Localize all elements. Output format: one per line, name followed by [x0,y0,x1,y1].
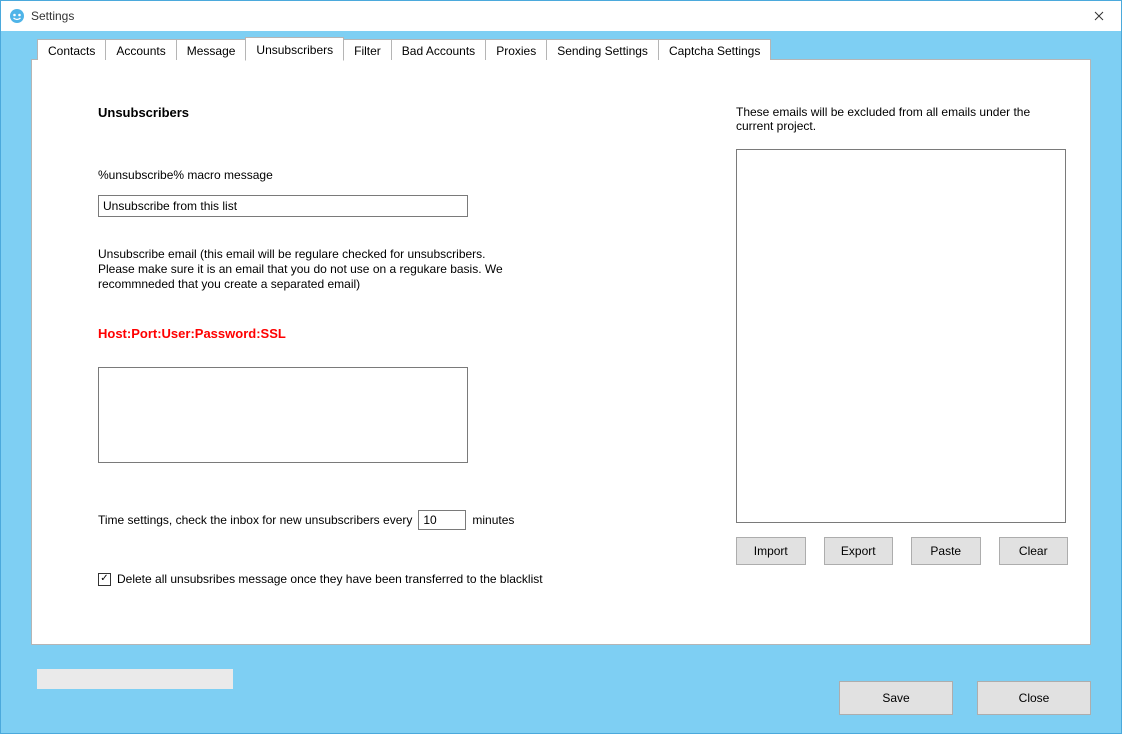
bottom-bar: Save Close [31,655,1091,715]
right-column: These emails will be excluded from all e… [736,105,1068,565]
tabstrip: Contacts Accounts Message Unsubscribers … [37,39,770,61]
tab-bad-accounts[interactable]: Bad Accounts [391,39,486,60]
status-strip [37,669,233,689]
clear-button[interactable]: Clear [999,537,1069,565]
time-interval-input[interactable] [418,510,466,530]
unsubscribers-panel: Unsubscribers %unsubscribe% macro messag… [32,60,1090,644]
tab-sending-settings[interactable]: Sending Settings [546,39,659,60]
tab-contacts[interactable]: Contacts [37,39,106,60]
close-button[interactable]: Close [977,681,1091,715]
macro-input[interactable] [98,195,468,217]
paste-button[interactable]: Paste [911,537,981,565]
section-heading: Unsubscribers [98,105,638,120]
macro-label: %unsubscribe% macro message [98,168,638,183]
close-window-button[interactable] [1076,1,1121,31]
tab-panel: Contacts Accounts Message Unsubscribers … [31,59,1091,645]
time-label-prefix: Time settings, check the inbox for new u… [98,513,412,527]
titlebar: Settings [1,1,1121,31]
tab-message[interactable]: Message [176,39,247,60]
format-hint: Host:Port:User:Password:SSL [98,326,638,341]
tab-accounts[interactable]: Accounts [105,39,176,60]
unsub-email-label: Unsubscribe email (this email will be re… [98,247,518,292]
settings-window: Settings Contacts Accounts Message Unsub… [0,0,1122,734]
tab-proxies[interactable]: Proxies [485,39,547,60]
delete-checkbox[interactable]: ✓ [98,573,111,586]
import-button[interactable]: Import [736,537,806,565]
unsub-email-input[interactable] [98,367,468,463]
delete-checkbox-label: Delete all unsubsribes message once they… [117,572,543,586]
time-settings-row: Time settings, check the inbox for new u… [98,510,638,530]
tab-filter[interactable]: Filter [343,39,392,60]
delete-checkbox-row: ✓ Delete all unsubsribes message once th… [98,572,638,586]
app-icon [9,8,25,24]
content-area: Contacts Accounts Message Unsubscribers … [1,31,1121,733]
exclude-description: These emails will be excluded from all e… [736,105,1068,133]
left-column: Unsubscribers %unsubscribe% macro messag… [98,105,638,586]
tab-captcha-settings[interactable]: Captcha Settings [658,39,771,60]
time-label-suffix: minutes [472,513,514,527]
exclude-listbox[interactable] [736,149,1066,523]
window-controls [1076,1,1121,31]
exclude-buttons: Import Export Paste Clear [736,537,1068,565]
footer-buttons: Save Close [839,681,1091,715]
tab-unsubscribers[interactable]: Unsubscribers [245,37,344,61]
window-title: Settings [31,9,74,23]
save-button[interactable]: Save [839,681,953,715]
export-button[interactable]: Export [824,537,894,565]
